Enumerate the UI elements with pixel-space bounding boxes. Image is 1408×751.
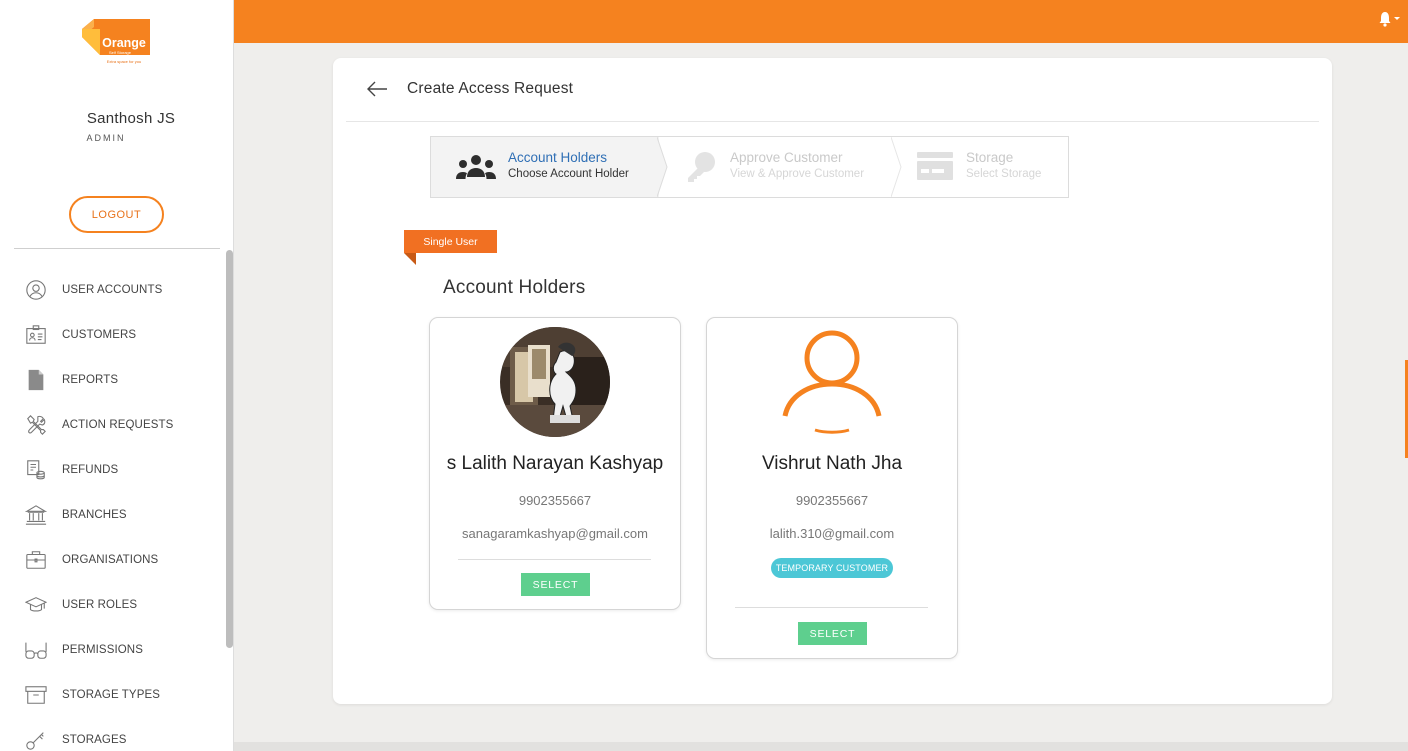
sidebar-item-customers[interactable]: CUSTOMERS	[0, 312, 224, 357]
user-circle-icon	[24, 278, 48, 302]
step-subtitle: Choose Account Holder	[508, 168, 629, 180]
sidebar-item-label: CUSTOMERS	[62, 328, 137, 341]
temporary-customer-badge: TEMPORARY CUSTOMER	[771, 558, 893, 578]
document-icon	[24, 368, 48, 392]
bank-icon	[24, 503, 48, 527]
svg-text:Self Storage: Self Storage	[109, 50, 132, 55]
holder-name: s Lalith Narayan Kashyap	[446, 453, 664, 474]
stepper: Account Holders Choose Account Holder Ap…	[430, 136, 1069, 198]
step-title: Storage	[966, 150, 1014, 165]
sidebar-item-label: ACTION REQUESTS	[62, 418, 174, 431]
svg-text:Extra space for you: Extra space for you	[107, 59, 141, 64]
sidebar-item-label: BRANCHES	[62, 508, 127, 521]
sidebar-item-permissions[interactable]: PERMISSIONS	[0, 627, 224, 672]
select-button[interactable]: SELECT	[798, 622, 867, 645]
archive-box-icon	[24, 683, 48, 707]
sidebar-item-label: REFUNDS	[62, 463, 119, 476]
account-holder-card[interactable]: Vishrut Nath Jha 9902355667 lalith.310@g…	[706, 317, 958, 659]
user-name: Santhosh JS	[86, 110, 176, 127]
holder-name: Vishrut Nath Jha	[761, 453, 903, 474]
select-button[interactable]: SELECT	[521, 573, 590, 596]
card-divider	[458, 559, 651, 560]
sidebar-item-label: USER ROLES	[62, 598, 138, 611]
step-storage[interactable]: Storage Select Storage	[893, 137, 1069, 197]
sidebar-divider	[14, 248, 220, 249]
card-divider	[735, 607, 928, 608]
glasses-icon	[24, 638, 48, 662]
sidebar-item-action-requests[interactable]: ACTION REQUESTS	[0, 402, 224, 447]
sidebar-item-organisations[interactable]: ORGANISATIONS	[0, 537, 224, 582]
sidebar-item-label: STORAGE TYPES	[62, 688, 161, 701]
sidebar-item-refunds[interactable]: REFUNDS	[0, 447, 224, 492]
notification-bell-icon[interactable]	[1378, 10, 1402, 28]
sidebar-item-label: PERMISSIONS	[62, 643, 143, 656]
default-avatar-icon	[777, 323, 887, 438]
step-title: Approve Customer	[730, 150, 843, 165]
id-card-icon	[24, 323, 48, 347]
footer-strip	[234, 742, 1408, 751]
step-approve-customer[interactable]: Approve Customer View & Approve Customer	[659, 137, 893, 197]
step-account-holders[interactable]: Account Holders Choose Account Holder	[431, 137, 659, 197]
sidebar-item-reports[interactable]: REPORTS	[0, 357, 224, 402]
sidebar-item-label: REPORTS	[62, 373, 119, 386]
holder-email: sanagaramkashyap@gmail.com	[462, 526, 648, 541]
key-icon	[24, 728, 48, 751]
card-icon	[917, 152, 953, 180]
sidebar-nav: USER ACCOUNTS CUSTOMERS REPORTS ACTION R…	[0, 267, 224, 751]
back-arrow-icon[interactable]	[366, 80, 388, 98]
sidebar-item-branches[interactable]: BRANCHES	[0, 492, 224, 537]
tools-icon	[24, 413, 48, 437]
holder-email: lalith.310@gmail.com	[769, 526, 895, 541]
sidebar: Orange Self Storage Extra space for you …	[0, 0, 234, 751]
sidebar-item-storage-types[interactable]: STORAGE TYPES	[0, 672, 224, 717]
refund-icon	[24, 458, 48, 482]
graduation-cap-icon	[24, 593, 48, 617]
brand-logo[interactable]: Orange Self Storage Extra space for you	[80, 17, 154, 67]
sidebar-item-label: ORGANISATIONS	[62, 553, 159, 566]
ribbon-fold	[404, 253, 416, 265]
page-title: Create Access Request	[407, 80, 574, 97]
step-subtitle: View & Approve Customer	[730, 168, 865, 180]
logout-button[interactable]: LOGOUT	[69, 196, 164, 233]
sidebar-scrollbar[interactable]	[226, 250, 233, 648]
users-group-icon	[455, 153, 497, 181]
single-user-ribbon: Single User	[404, 230, 497, 253]
top-bar	[234, 0, 1408, 43]
sidebar-item-user-accounts[interactable]: USER ACCOUNTS	[0, 267, 224, 312]
step-subtitle: Select Storage	[966, 168, 1042, 180]
step-title: Account Holders	[508, 150, 608, 165]
user-role: ADMIN	[86, 133, 126, 143]
briefcase-icon	[24, 548, 48, 572]
sidebar-item-user-roles[interactable]: USER ROLES	[0, 582, 224, 627]
avatar	[500, 327, 610, 437]
key-icon	[685, 150, 719, 184]
holder-phone: 9902355667	[518, 493, 592, 508]
main-card: Create Access Request Account Holders Ch…	[333, 58, 1332, 704]
sidebar-item-label: USER ACCOUNTS	[62, 283, 163, 296]
holder-phone: 9902355667	[795, 493, 869, 508]
sidebar-item-storages[interactable]: STORAGES	[0, 717, 224, 751]
svg-text:Orange: Orange	[102, 36, 146, 50]
sidebar-item-label: STORAGES	[62, 733, 127, 746]
header-divider	[346, 121, 1319, 122]
section-title: Account Holders	[443, 277, 586, 298]
account-holder-card[interactable]: s Lalith Narayan Kashyap 9902355667 sana…	[429, 317, 681, 610]
